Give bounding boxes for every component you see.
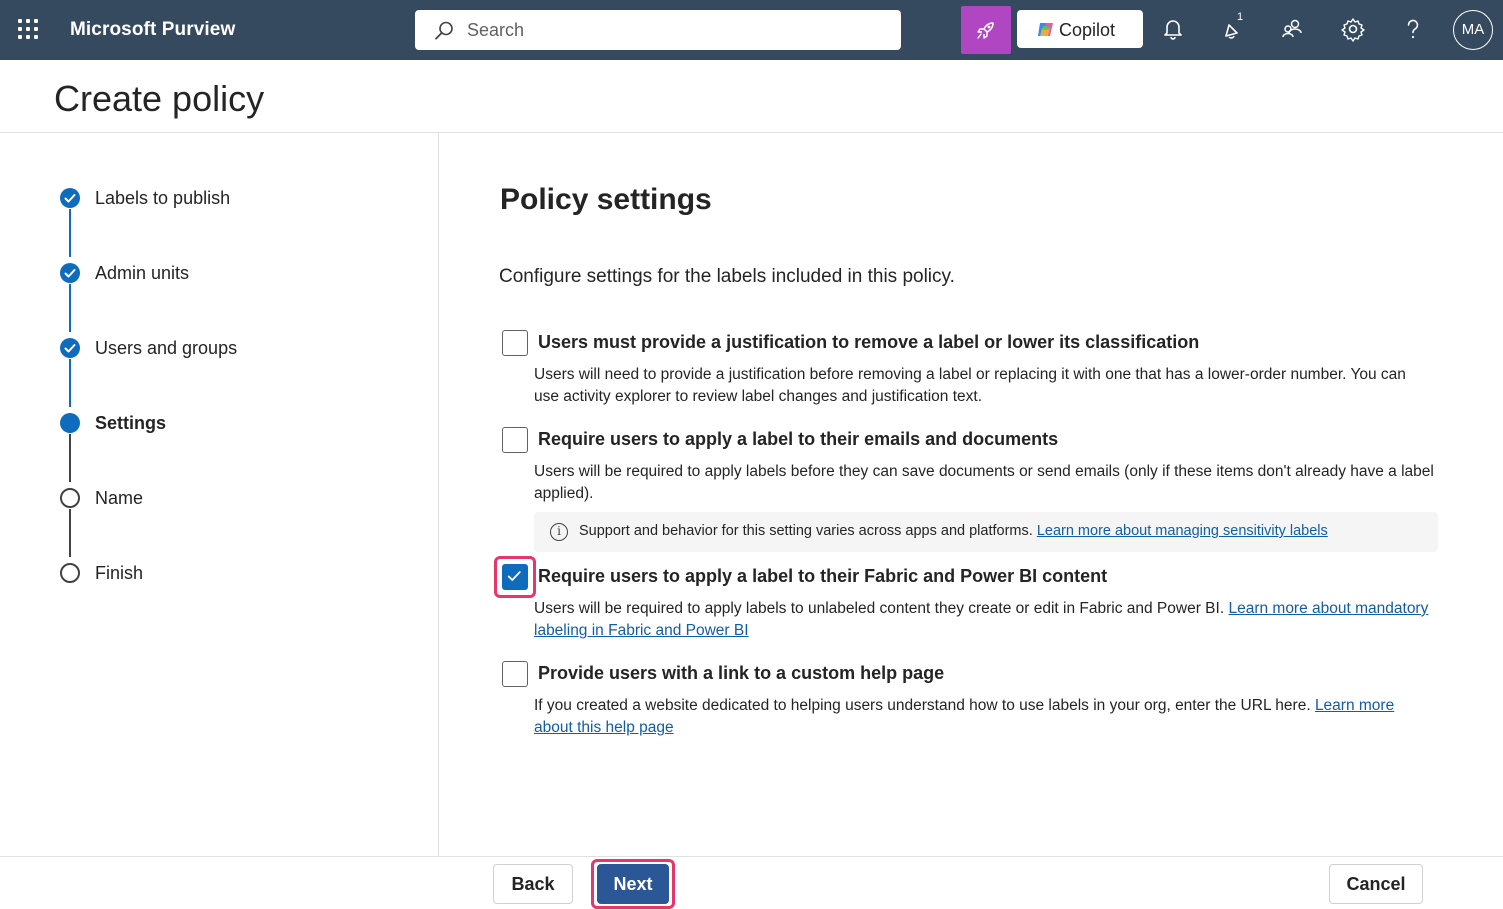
current-step-icon [60, 413, 80, 433]
option-title: Provide users with a link to a custom he… [538, 663, 945, 683]
step-connector [69, 434, 71, 482]
cancel-button[interactable]: Cancel [1329, 864, 1423, 904]
checkmark-circle-icon [60, 338, 80, 358]
main-panel: Policy settings Configure settings for t… [440, 133, 1503, 856]
step-label: Settings [95, 413, 167, 433]
info-text: Support and behavior for this setting va… [579, 523, 1328, 539]
section-title: Policy settings [500, 183, 712, 216]
option-description: If you created a website dedicated to he… [534, 695, 1434, 739]
mandatory-fabric-checkbox[interactable] [502, 564, 528, 590]
back-button[interactable]: Back [493, 864, 573, 904]
notification-badge: 1 [1237, 11, 1244, 23]
option-title: Require users to apply a label to their … [538, 429, 1059, 449]
checkmark-circle-icon [60, 263, 80, 283]
empty-circle-icon [60, 563, 80, 583]
bell-icon[interactable] [1160, 16, 1186, 42]
copilot-logo-icon [1038, 23, 1053, 36]
info-message-text: Support and behavior for this setting va… [579, 523, 1033, 539]
app-title[interactable]: Microsoft Purview [70, 19, 235, 41]
checkmark-icon [507, 571, 521, 581]
checkmark-circle-icon [60, 188, 80, 208]
search-icon [435, 21, 453, 40]
avatar[interactable]: MA [1453, 10, 1493, 50]
step-connector [69, 209, 71, 257]
help-icon[interactable] [1400, 16, 1426, 42]
option-title: Users must provide a justification to re… [538, 332, 1200, 352]
custom-help-page-checkbox[interactable] [502, 661, 528, 687]
step-label: Admin units [95, 263, 190, 283]
justification-checkbox[interactable] [502, 330, 528, 356]
step-label: Name [95, 488, 144, 508]
option-description: Users will need to provide a justificati… [534, 366, 1406, 405]
waffle-icon[interactable] [18, 19, 40, 41]
option-title: Require users to apply a label to their … [538, 566, 1108, 586]
search-box[interactable] [415, 10, 901, 50]
wizard-steps: Labels to publish Admin units Users and … [0, 133, 439, 856]
mandatory-email-docs-checkbox[interactable] [502, 427, 528, 453]
empty-circle-icon [60, 488, 80, 508]
page-header: Create policy [0, 60, 1503, 133]
rocket-icon [977, 22, 994, 39]
step-connector [69, 509, 71, 557]
rocket-button[interactable] [961, 6, 1011, 54]
people-icon[interactable] [1280, 16, 1306, 42]
step-label: Users and groups [95, 338, 238, 358]
info-message: i Support and behavior for this setting … [534, 512, 1438, 552]
gear-icon[interactable] [1340, 16, 1366, 42]
next-button[interactable]: Next [597, 864, 669, 904]
option-description: Users will be required to apply labels t… [534, 598, 1434, 642]
intro-text: Configure settings for the labels includ… [499, 266, 955, 287]
page-title: Create policy [54, 78, 265, 119]
step-label: Finish [95, 563, 144, 583]
copilot-label: Copilot [1059, 20, 1116, 40]
managing-labels-link[interactable]: Learn more about managing sensitivity la… [1037, 523, 1328, 539]
footer-bar: Back Next Cancel [0, 856, 1503, 909]
step-label: Labels to publish [95, 188, 231, 208]
copilot-button[interactable]: Copilot [1017, 10, 1143, 48]
step-connector [69, 359, 71, 407]
info-icon: i [550, 523, 568, 541]
option-description-text: If you created a website dedicated to he… [534, 697, 1311, 714]
step-connector [69, 284, 71, 332]
top-bar: Microsoft Purview Copilot 1 [0, 0, 1503, 60]
option-description: Users will be required to apply labels b… [534, 463, 1434, 502]
option-description-text: Users will be required to apply labels t… [534, 600, 1225, 617]
search-input[interactable] [467, 10, 887, 50]
